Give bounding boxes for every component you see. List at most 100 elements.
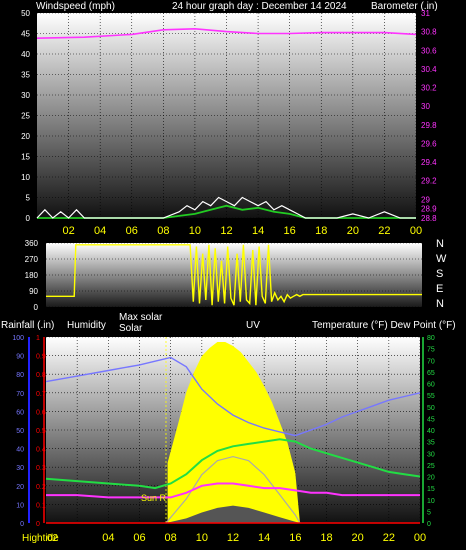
weather-x-tick: 06 [133, 532, 145, 544]
barometer-y-tick: 30.2 [421, 84, 437, 93]
barometer-y-tick: 29.8 [421, 121, 437, 130]
compass-labels: NWSEN [436, 238, 447, 310]
rain-y-tick: 0 [36, 521, 40, 528]
barometer-y-tick: 29.6 [421, 139, 437, 148]
wind-y-tick: 25 [21, 112, 30, 121]
temperature-y-tick: 65 [427, 370, 435, 377]
wind-x-tick: 16 [284, 225, 296, 237]
humidity-y-tick: 40 [16, 447, 24, 454]
wind-y-axis-left: 0 5 10 15 20 25 30 35 40 45 50 [21, 9, 30, 223]
wind-y-tick: 10 [21, 173, 30, 182]
wind-x-tick: 00 [410, 225, 422, 237]
humidity-y-tick: 10 [16, 502, 24, 509]
humidity-y-tick: 0 [20, 521, 24, 528]
wind-x-tick: 20 [347, 225, 359, 237]
wind-y-tick: 35 [21, 71, 30, 80]
weather-x-tick: 12 [227, 532, 239, 544]
direction-y-tick: 0 [34, 303, 39, 312]
rain-y-tick: 1 [36, 335, 40, 342]
weather-x-tick: 04 [102, 532, 114, 544]
barometer-y-tick: 29.2 [421, 177, 437, 186]
temperature-y-tick: 75 [427, 347, 435, 354]
temperature-y-tick: 50 [427, 405, 435, 412]
barometer-y-axis-right: 28.828.929 29.2 29.4 29.6 29.8 30 30.2 30.4 30.6… [421, 9, 437, 223]
direction-y-tick: 360 [25, 239, 39, 248]
bottom-header-max-solar: Max solar [119, 312, 163, 323]
bottom-header-humidity: Humidity [67, 320, 106, 331]
wind-y-tick: 15 [21, 153, 30, 162]
weather-x-tick: 14 [258, 532, 270, 544]
temperature-y-tick: 35 [427, 440, 435, 447]
barometer-y-tick: 28.8 [421, 214, 437, 223]
barometer-y-tick: 28.9 [421, 205, 437, 214]
humidity-y-tick: 20 [16, 484, 24, 491]
humidity-y-tick: 70 [16, 391, 24, 398]
humidity-y-tick: 80 [16, 372, 24, 379]
header-left: Windspeed (mph) [36, 1, 115, 12]
weather-x-tick: 16 [289, 532, 301, 544]
bottom-header-solar: Solar [119, 323, 143, 334]
barometer-y-tick: 30.6 [421, 46, 437, 55]
barometer-y-tick: 30.8 [421, 28, 437, 37]
wind-x-tick: 14 [252, 225, 264, 237]
wind-y-tick: 0 [26, 214, 31, 223]
header-center: 24 hour graph day : December 14 2024 [172, 1, 347, 12]
hightide-time-label: 02 [47, 533, 59, 544]
temperature-y-tick: 15 [427, 486, 435, 493]
temperature-y-tick: 45 [427, 416, 435, 423]
weather-x-tick: 22 [383, 532, 395, 544]
temperature-y-tick: 25 [427, 463, 435, 470]
temperature-y-tick: 70 [427, 358, 435, 365]
humidity-y-tick: 30 [16, 465, 24, 472]
bottom-header-rain: Rainfall (.in) [1, 320, 54, 331]
direction-y-tick: 180 [25, 271, 39, 280]
wind-x-tick: 02 [62, 225, 74, 237]
humidity-y-tick: 100 [12, 335, 24, 342]
wind-x-tick: 04 [94, 225, 106, 237]
wind-y-tick: 40 [21, 50, 30, 59]
weather-x-tick: 18 [320, 532, 332, 544]
compass-label: N [436, 298, 444, 310]
weather-x-tick: 20 [352, 532, 364, 544]
temperature-y-tick: 5 [427, 509, 431, 516]
barometer-y-tick: 29 [421, 195, 430, 204]
humidity-y-tick: 90 [16, 354, 24, 361]
weather-x-tick: 08 [165, 532, 177, 544]
wind-x-tick: 06 [126, 225, 138, 237]
bottom-header-uv: UV [246, 320, 260, 331]
compass-label: W [436, 253, 447, 265]
wind-y-tick: 20 [21, 132, 30, 141]
direction-y-tick: 270 [25, 255, 39, 264]
temperature-y-tick: 55 [427, 393, 435, 400]
wind-y-tick: 5 [26, 194, 31, 203]
humidity-y-tick: 60 [16, 409, 24, 416]
wind-y-tick: 30 [21, 91, 30, 100]
sunrise-label: Sun R [141, 493, 167, 503]
barometer-y-tick: 31 [421, 9, 430, 18]
barometer-y-tick: 30 [421, 102, 430, 111]
wind-x-tick: 22 [378, 225, 390, 237]
direction-y-axis: 0 90 180 270 360 [25, 239, 39, 312]
temperature-y-tick: 10 [427, 498, 435, 505]
compass-label: S [436, 268, 443, 280]
humidity-y-tick: 50 [16, 428, 24, 435]
weather-graph-image: Windspeed (mph) 24 hour graph day : Dece… [1, 1, 456, 544]
wind-x-tick: 10 [189, 225, 201, 237]
compass-label: N [436, 238, 444, 250]
wind-x-tick: 12 [220, 225, 232, 237]
temperature-y-tick: 30 [427, 451, 435, 458]
temperature-y-tick: 40 [427, 428, 435, 435]
weather-x-tick: 00 [414, 532, 426, 544]
bottom-header-temp: Temperature (°F) Dew Point (°F) [312, 320, 456, 331]
wind-y-tick: 50 [21, 9, 30, 18]
barometer-y-tick: 29.4 [421, 158, 437, 167]
temperature-y-tick: 20 [427, 475, 435, 482]
wind-y-tick: 45 [21, 30, 30, 39]
temperature-y-tick: 0 [427, 521, 431, 528]
barometer-y-tick: 30.4 [421, 65, 437, 74]
weather-x-axis: 04 06 08 10 12 14 16 18 20 22 00 [102, 532, 426, 544]
wind-x-axis: 02 04 06 08 10 12 14 16 18 20 22 00 [62, 225, 422, 237]
weather-x-tick: 10 [196, 532, 208, 544]
temperature-y-tick: 80 [427, 335, 435, 342]
temperature-y-tick: 60 [427, 382, 435, 389]
